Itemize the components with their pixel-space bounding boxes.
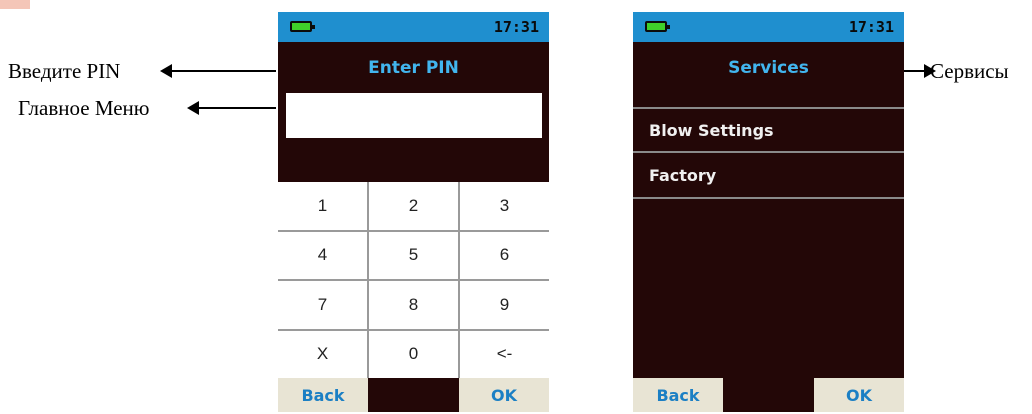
clock: 17:31 [493,18,539,36]
annotation-enter-pin: Введите PIN [8,59,121,83]
status-bar: 17:31 [633,12,904,42]
back-button[interactable]: Back [633,378,723,412]
softkey-bar: Back OK [278,378,549,412]
screen-title: Services [728,58,809,78]
back-button[interactable]: Back [278,378,368,412]
annotation-services: Сервисы [930,59,1009,83]
arrow-icon [160,64,276,78]
arrow-icon [187,101,276,115]
clock: 17:31 [848,18,894,36]
menu-item-blow-settings[interactable]: Blow Settings [633,107,904,153]
key-clear[interactable]: X [278,330,367,378]
key-6[interactable]: 6 [460,231,549,279]
pin-input[interactable] [286,93,542,138]
screen-title: Enter PIN [368,58,459,78]
status-bar: 17:31 [278,12,549,42]
ok-button[interactable]: OK [459,378,549,412]
key-backspace[interactable]: <- [460,330,549,378]
keypad: 1 2 3 4 5 6 7 8 9 X 0 <- [278,182,549,378]
softkey-bar: Back OK [633,378,904,412]
key-0[interactable]: 0 [369,330,458,378]
key-7[interactable]: 7 [278,281,367,329]
key-3[interactable]: 3 [460,182,549,230]
services-screen: 17:31 Services Blow Settings Factory Bac… [633,12,904,412]
menu-item-factory[interactable]: Factory [633,153,904,199]
key-8[interactable]: 8 [369,281,458,329]
ok-button[interactable]: OK [814,378,904,412]
key-9[interactable]: 9 [460,281,549,329]
key-1[interactable]: 1 [278,182,367,230]
key-5[interactable]: 5 [369,231,458,279]
key-2[interactable]: 2 [369,182,458,230]
battery-icon [290,21,315,32]
annotation-main-menu: Главное Меню [18,96,150,120]
pin-screen: 17:31 Enter PIN 1 2 3 4 5 6 7 8 9 X 0 <-… [278,12,549,412]
battery-icon [645,21,670,32]
corner-mark [0,0,30,9]
key-4[interactable]: 4 [278,231,367,279]
